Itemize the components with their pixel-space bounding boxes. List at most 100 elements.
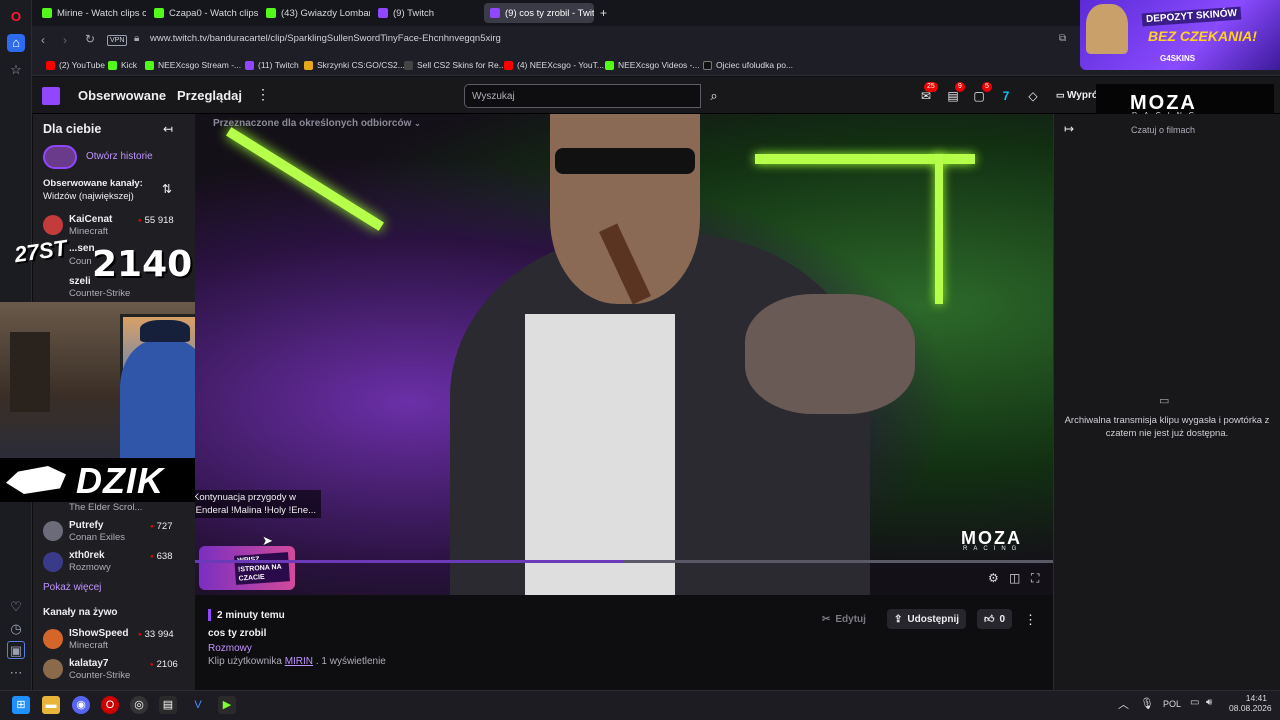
clip-author-link[interactable]: MIRIN	[285, 656, 313, 667]
box-icon	[304, 60, 313, 70]
new-tab-button[interactable]: +	[600, 6, 607, 20]
nav-more-button[interactable]: ⋮	[256, 86, 270, 103]
back-icon[interactable]: ‹	[41, 33, 45, 47]
tray-chevron[interactable]: ︿	[1118, 696, 1129, 712]
clip-views: . 1 wyświetlenie	[315, 656, 386, 667]
audience-notice-label: Przeznaczone dla określonych odbiorców	[213, 118, 412, 129]
tab-clip-active[interactable]: (9) cos ty zrobil - Twit	[484, 3, 594, 23]
bookmark-kick[interactable]: Kick	[108, 60, 137, 70]
like-button[interactable]: 👍︎ 0	[977, 609, 1013, 629]
vpn-badge[interactable]: VPN	[107, 35, 128, 46]
channel-name[interactable]: xth0rek	[69, 550, 105, 561]
terminal-icon[interactable]: ▤	[159, 696, 177, 714]
share-button[interactable]: ⇪ Udostępnij	[887, 609, 967, 629]
followed-heading: Obserwowane kanały:	[43, 178, 143, 189]
channel-name[interactable]: KaiCenat	[69, 214, 112, 225]
extension-icon[interactable]: ▣	[7, 641, 25, 659]
viewer-count: 2106	[150, 659, 178, 670]
valorant-icon[interactable]: V	[189, 696, 207, 714]
avatar[interactable]	[43, 521, 63, 541]
discord-icon[interactable]: ◉	[72, 696, 90, 714]
forward-icon[interactable]: ›	[63, 33, 67, 47]
tab-title: (43) Gwiazdy Lombardu: C	[281, 7, 370, 19]
nav-followed-link[interactable]: Obserwowane	[78, 88, 166, 103]
sort-icon[interactable]: ⇅	[162, 182, 172, 196]
theatre-mode-icon[interactable]: ◫	[1009, 571, 1020, 585]
progress-bar[interactable]	[195, 560, 1053, 563]
fullscreen-icon[interactable]: ⛶	[1031, 571, 1039, 586]
stories-link[interactable]: Otwórz historie	[86, 151, 153, 162]
tab-czapa[interactable]: Czapa0 - Watch clips on K	[148, 3, 258, 23]
extension-7tv-icon[interactable]: 7	[998, 89, 1014, 103]
opera-logo-icon[interactable]: O	[7, 8, 25, 26]
kick-icon	[266, 8, 276, 18]
sidebar-collapse-button[interactable]: ↤	[163, 122, 173, 136]
bookmark-youtube[interactable]: (2) YouTube	[46, 60, 105, 70]
viewer-count: 638	[150, 551, 173, 562]
live-channels-heading: Kanały na żywo	[43, 607, 118, 618]
arm	[745, 294, 915, 414]
show-more-link[interactable]: Pokaż więcej	[43, 582, 101, 593]
reload-icon[interactable]: ↻	[85, 32, 95, 46]
search-icon[interactable]: ⌕	[702, 84, 726, 108]
channel-game-partial: The Elder Scrol...	[69, 502, 143, 513]
avatar[interactable]	[43, 629, 63, 649]
twitch-logo-icon[interactable]	[42, 87, 60, 105]
clip-category-link[interactable]: Rozmowy	[208, 643, 252, 654]
avatar[interactable]	[43, 659, 63, 679]
channel-name[interactable]: IShowSpeed	[69, 628, 128, 639]
skins-ad-banner[interactable]: DEPOZYT SKINÓW BEZ CZEKANIA! G4SKINS	[1080, 0, 1280, 70]
clock[interactable]: 14:41 08.08.2026	[1229, 693, 1272, 713]
clip-more-button[interactable]: ⋮	[1024, 612, 1037, 628]
app-icon[interactable]: ▶	[218, 696, 236, 714]
windows-start-icon[interactable]: ⊞	[12, 696, 30, 714]
chat-expand-button[interactable]: ↦	[1064, 122, 1074, 136]
url-field[interactable]: www.twitch.tv/banduracartel/clip/Sparkli…	[150, 33, 501, 44]
settings-icon[interactable]: ⚙	[988, 571, 999, 585]
more-icon[interactable]: ⋯	[7, 664, 25, 682]
opera-icon[interactable]: O	[101, 696, 119, 714]
stories-avatars[interactable]	[43, 145, 77, 169]
lock-icon[interactable]: 🔒︎	[134, 33, 139, 44]
search-input[interactable]: Wyszukaj	[464, 84, 701, 108]
bookmark-sell-cs2[interactable]: Sell CS2 Skins for Re...	[404, 60, 506, 70]
bookmark-skrzynki[interactable]: Skrzynki CS:GO/CS2...	[304, 60, 405, 70]
bookmark-twitch[interactable]: (11) Twitch	[245, 60, 299, 70]
audience-notice[interactable]: Przeznaczone dla określonych odbiorców ⌄	[213, 118, 421, 129]
star-icon[interactable]: ☆	[7, 61, 25, 79]
bookmark-neex-videos[interactable]: NEEXcsgo Videos -...	[605, 60, 700, 70]
language-indicator[interactable]: POL	[1163, 699, 1181, 709]
snapshot-icon[interactable]: ⧉	[1059, 33, 1066, 44]
edit-button[interactable]: ✂ Edytuj	[815, 609, 873, 629]
video-player[interactable]: Przeznaczone dla określonych odbiorców ⌄…	[195, 114, 1053, 595]
twitch-icon	[245, 60, 254, 70]
heart-icon[interactable]: ♡	[7, 598, 25, 616]
network-icon[interactable]: ▭	[1190, 697, 1199, 708]
followed-sort[interactable]: Widzów (największej)	[43, 191, 134, 202]
thumbs-up-icon: 👍︎	[984, 614, 995, 625]
tab-twitch[interactable]: (9) Twitch	[372, 3, 482, 23]
viewer-count: 33 994	[138, 629, 174, 640]
home-icon[interactable]: ⌂	[7, 34, 25, 52]
file-explorer-icon[interactable]: ▬	[42, 696, 60, 714]
cabinet	[10, 332, 50, 412]
channel-name[interactable]: kalatay7	[69, 658, 108, 669]
nav-browse-link[interactable]: Przeglądaj	[177, 88, 242, 103]
channel-name[interactable]: Putrefy	[69, 520, 103, 531]
kick-icon	[154, 8, 164, 18]
volume-icon[interactable]: 🔊︎	[1206, 697, 1212, 708]
bookmark-neex-stream[interactable]: NEEXcsgo Stream -...	[145, 60, 241, 70]
bookmark-label: Kick	[121, 60, 138, 70]
microphone-icon[interactable]: 🎙︎	[1140, 697, 1154, 710]
bookmark-ojciec[interactable]: Ojciec ufoludka po...	[703, 60, 793, 70]
history-icon[interactable]: ◷	[7, 620, 25, 638]
avatar[interactable]	[43, 552, 63, 572]
ad-brand: G4SKINS	[1160, 54, 1196, 63]
notifications-badge: 5	[982, 82, 992, 92]
tab-gwiazdy[interactable]: (43) Gwiazdy Lombardu: C	[260, 3, 370, 23]
steam-icon[interactable]: ◎	[130, 696, 148, 714]
bits-icon[interactable]: ◇	[1025, 89, 1041, 103]
avatar[interactable]	[43, 215, 63, 235]
tab-mirine[interactable]: Mirine - Watch clips on K	[36, 3, 146, 23]
bookmark-neex-youtube[interactable]: (4) NEEXcsgo - YouT...	[504, 60, 604, 70]
